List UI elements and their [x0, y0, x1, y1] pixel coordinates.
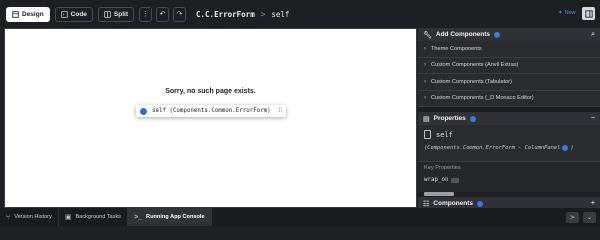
- wrap-on-toggle[interactable]: [451, 177, 460, 183]
- component-type-end: ): [570, 145, 574, 151]
- console-button[interactable]: ≻: [566, 211, 579, 223]
- terminal-icon: >_: [134, 213, 143, 221]
- collapse-icon[interactable]: −: [591, 115, 595, 122]
- search-icon[interactable]: ⌕: [591, 31, 595, 39]
- panel-toggle-button[interactable]: [582, 7, 595, 20]
- design-label: Design: [22, 10, 44, 18]
- add-components-header[interactable]: 🔧︎ Add Components ⌕: [418, 28, 600, 41]
- right-panel: 🔧︎ Add Components ⌕ › Theme Components › C…: [418, 28, 600, 210]
- wrap-on-label: wrap_on: [424, 177, 449, 183]
- selected-component-tag[interactable]: self (Components.Common.ErrorForm) ⁞⁞: [136, 105, 286, 117]
- tab-version-history[interactable]: ⑂ Version History: [0, 208, 59, 226]
- tab-label: Running App Console: [146, 214, 205, 220]
- components-icon: ☷: [423, 200, 430, 208]
- sparkle-icon: ✦: [558, 10, 563, 16]
- new-button[interactable]: ✦ New: [558, 10, 576, 16]
- list-item[interactable]: › Custom Components (Anvil Extras): [418, 58, 600, 74]
- code-icon: [61, 10, 68, 18]
- chevron-right-icon: ›: [424, 62, 426, 69]
- design-button[interactable]: Design: [6, 6, 50, 22]
- design-icon: [12, 10, 19, 18]
- chevron-right-icon: ›: [424, 45, 426, 52]
- wrap-on-property[interactable]: wrap_on: [424, 177, 594, 183]
- properties-body: self (Components.Common.ErrorForm - Colu…: [418, 125, 600, 156]
- tab-label: Background Tasks: [75, 214, 122, 220]
- redo-button[interactable]: ↷: [173, 6, 187, 22]
- design-canvas[interactable]: Sorry, no such page exists. self (Compon…: [4, 28, 417, 208]
- more-button[interactable]: ⋮: [139, 6, 153, 22]
- component-label: self (Components.Common.ErrorForm): [152, 108, 271, 114]
- branch-icon: ⑂: [6, 213, 11, 221]
- info-icon[interactable]: [477, 200, 484, 207]
- new-label: New: [564, 10, 576, 16]
- component-name-text: self: [436, 130, 453, 139]
- list-item-label: Theme Components: [431, 45, 482, 52]
- info-icon[interactable]: [562, 145, 569, 151]
- list-item[interactable]: › Theme Components: [418, 41, 600, 58]
- panel-toggle-icon: [584, 9, 593, 18]
- component-name: self: [424, 130, 594, 139]
- split-label: Split: [113, 10, 129, 18]
- properties-header[interactable]: ▤ Properties −: [418, 112, 600, 125]
- properties-icon: ▤: [423, 115, 430, 123]
- breadcrumb-self[interactable]: self: [271, 10, 289, 19]
- undo-icon: ↶: [159, 11, 166, 18]
- components-title: Components: [433, 200, 474, 207]
- chevron-down-icon: ⌄: [586, 214, 593, 221]
- tasks-icon: ▣: [64, 214, 72, 221]
- collapse-console-button[interactable]: ⌄: [583, 211, 596, 223]
- app-window: Design Code Split ⋮ ↶ ↷ C.C.ErrorForm > …: [0, 0, 600, 226]
- terminal-icon: ≻: [569, 214, 576, 221]
- more-icon: ⋮: [142, 11, 150, 18]
- breadcrumb-form[interactable]: C.C.ErrorForm: [196, 10, 255, 19]
- tab-label: Version History: [14, 214, 52, 220]
- add-components-title: Add Components: [435, 31, 491, 38]
- bottom-actions: ≻ ⌄: [566, 208, 600, 226]
- list-item-label: Custom Components (Anvil Extras): [431, 62, 519, 69]
- error-message: Sorry, no such page exists.: [165, 88, 256, 95]
- code-button[interactable]: Code: [54, 6, 93, 22]
- split-icon: [104, 10, 111, 18]
- wrench-icon: 🔧︎: [423, 31, 432, 39]
- component-type: (Components.Common.ErrorForm - ColumnPan…: [424, 145, 594, 151]
- tab-background-tasks[interactable]: ▣ Background Tasks: [59, 208, 129, 226]
- list-item[interactable]: › Custom Components (Tabulator): [418, 74, 600, 91]
- properties-title: Properties: [433, 115, 466, 122]
- key-properties: Key Properties wrap_on: [418, 161, 600, 196]
- list-item-label: Custom Components (_D Monaco Editor): [431, 95, 534, 102]
- info-icon[interactable]: [494, 31, 501, 38]
- drag-handle-icon[interactable]: ⁞⁞: [279, 108, 282, 114]
- component-type-text: (Components.Common.ErrorForm - ColumnPan…: [424, 145, 561, 151]
- expand-icon[interactable]: +: [591, 200, 595, 207]
- breadcrumb-separator: >: [260, 9, 266, 19]
- bottom-bar: ⑂ Version History ▣ Background Tasks >_ …: [0, 208, 600, 226]
- column-panel-icon: [140, 107, 147, 115]
- form-icon: [424, 130, 431, 139]
- key-properties-label: Key Properties: [424, 165, 461, 171]
- wrap-on-value[interactable]: [424, 192, 454, 196]
- code-label: Code: [70, 10, 87, 18]
- tab-app-console[interactable]: >_ Running App Console: [128, 208, 212, 226]
- split-button[interactable]: Split: [97, 6, 135, 22]
- info-icon[interactable]: [469, 115, 476, 122]
- list-item[interactable]: › Custom Components (_D Monaco Editor): [418, 91, 600, 107]
- chevron-right-icon: ›: [424, 78, 426, 85]
- chevron-right-icon: ›: [424, 95, 426, 102]
- list-item-label: Custom Components (Tabulator): [431, 78, 512, 85]
- toolbar: Design Code Split ⋮ ↶ ↷ C.C.ErrorForm > …: [0, 0, 600, 28]
- redo-icon: ↷: [176, 11, 183, 18]
- undo-button[interactable]: ↶: [156, 6, 170, 22]
